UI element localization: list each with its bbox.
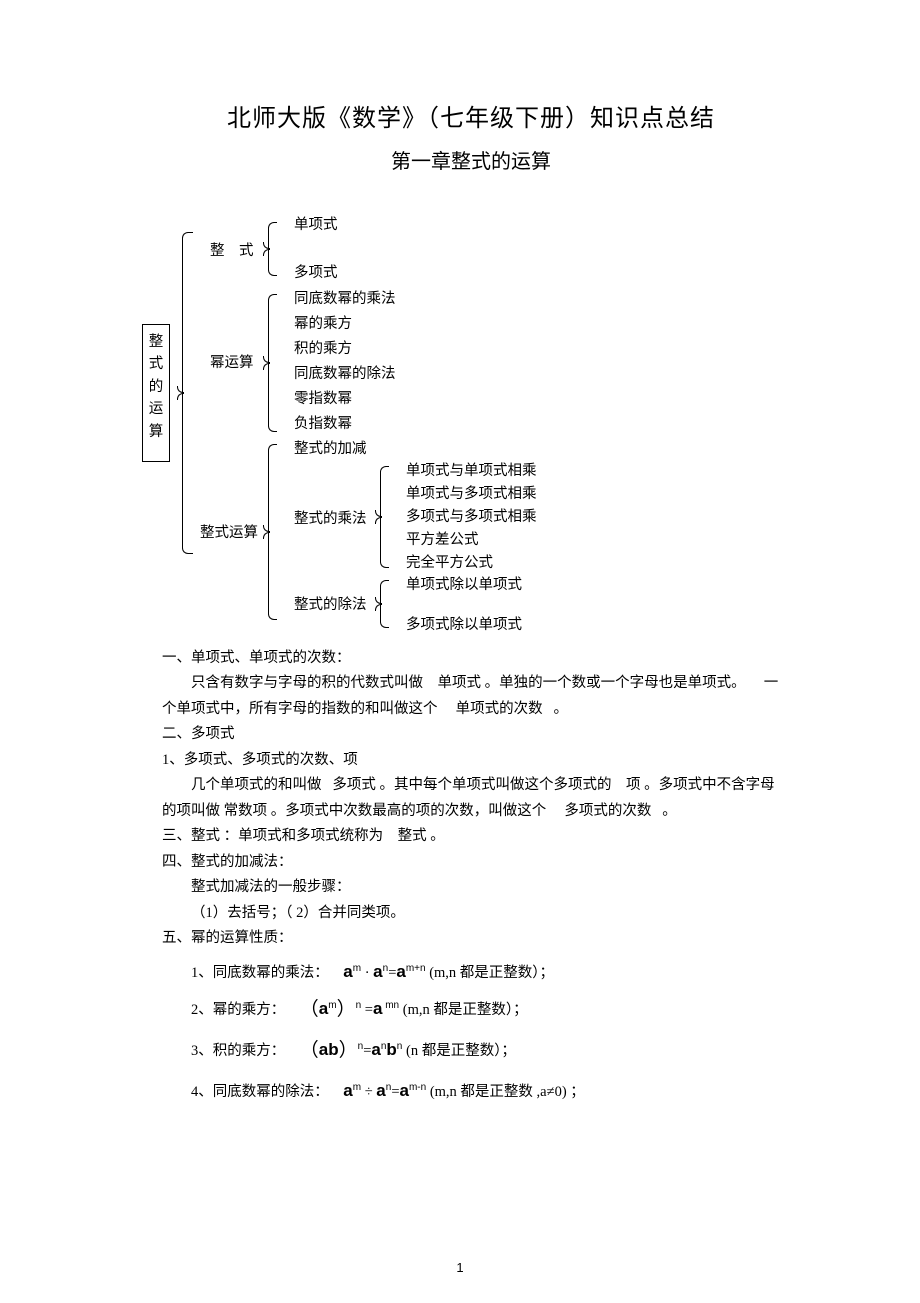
sec4-p2: （1）去括号；（ 2）合并同类项。 xyxy=(162,902,780,924)
branch1-label: 整 式 xyxy=(210,244,254,259)
chapter-title: 第一章整式的运算 xyxy=(162,145,780,174)
sec2-p2c: 。 xyxy=(662,803,677,819)
formula-4: 4、同底数幂的除法： am ÷ an=am-n (m,n 都是正整数 ,a≠0)… xyxy=(162,1079,780,1103)
sec3: 三、整式 ：单项式和多项式统称为 整式 。 xyxy=(162,825,780,847)
f2-pre: 2、幂的乘方： xyxy=(191,1002,285,1018)
formula-1: 1、同底数幂的乘法： am · an=am+n (m,n 都是正整数）； xyxy=(162,960,780,984)
f2-tail: (m,n 都是正整数）； xyxy=(403,1002,528,1018)
b2-item-5: 负指数幂 xyxy=(294,417,352,432)
sec2-p2a: 的项叫做 常数项 。多项式中次数最高的项的次数，叫做这个 xyxy=(162,803,546,819)
sec4-p1: 整式加减法的一般步骤： xyxy=(162,876,780,898)
b1-item-1: 多项式 xyxy=(294,266,338,281)
sec2-p1b: 多项式 。其中每个单项式叫做这个多项式的 xyxy=(332,777,611,793)
doc-title: 北师大版《数学》（七年级下册）知识点总结 xyxy=(162,98,780,133)
sec1-p2c: 。 xyxy=(554,701,569,717)
f3-tail: (n 都是正整数）； xyxy=(406,1043,516,1059)
brace-b3 xyxy=(268,444,277,620)
b2-item-1: 幂的乘方 xyxy=(294,317,352,332)
b3div-1: 多项式除以单项式 xyxy=(406,618,522,633)
b2-item-4: 零指数幂 xyxy=(294,392,352,407)
b3-div-label: 整式的除法 xyxy=(294,598,367,613)
sec2-sub1: 1、多项式、多项式的次数、项 xyxy=(162,749,780,771)
b3div-0: 单项式除以单项式 xyxy=(406,578,522,593)
formula-2: 2、幂的乘方： （am）n =a mn (m,n 都是正整数）； xyxy=(162,997,780,1024)
sec1-p1: 只含有数字与字母的积的代数式叫做 单项式 。单独的一个数或一个字母也是单项式。 … xyxy=(162,672,780,694)
f3-pre: 3、积的乘方： xyxy=(191,1043,285,1059)
sec1-p2: 个单项式中，所有字母的指数的和叫做这个 单项式的次数 。 xyxy=(162,698,780,720)
f4-tail: (m,n 都是正整数 ,a≠0) ； xyxy=(430,1084,585,1100)
branch3-label: 整式运算 xyxy=(200,526,258,541)
sec2-p1: 几个单项式的和叫做 多项式 。其中每个单项式叫做这个多项式的 项 。多项式中不含… xyxy=(162,774,780,796)
concept-diagram: 整式的运算 整 式 单项式 多项式 幂运算 同底数幂的乘法 幂的乘方 积的乘方 … xyxy=(142,204,780,644)
formula-3: 3、积的乘方： （ab）n=anbn (n 都是正整数）； xyxy=(162,1038,780,1065)
b3-mul-label: 整式的乘法 xyxy=(294,512,367,527)
sec4-heading: 四、整式的加减法： xyxy=(162,851,780,873)
b1-item-0: 单项式 xyxy=(294,218,338,233)
branch2-label: 幂运算 xyxy=(210,356,254,371)
sec1-p1b: 单项式 。单独的一个数或一个字母也是单项式。 xyxy=(438,675,746,691)
root-box: 整式的运算 xyxy=(142,324,170,462)
brace-b2 xyxy=(268,294,277,432)
root-label: 整式的运算 xyxy=(149,334,164,440)
sec1-p1c: 一 xyxy=(764,675,779,691)
b2-item-0: 同底数幂的乘法 xyxy=(294,292,396,307)
body-text: 一、单项式、单项式的次数： 只含有数字与字母的积的代数式叫做 单项式 。单独的一… xyxy=(162,647,780,1102)
sec2-p1a: 几个单项式的和叫做 xyxy=(191,777,322,793)
b3mul-3: 平方差公式 xyxy=(406,533,479,548)
brace-b3mul xyxy=(380,466,389,568)
f4-pre: 4、同底数幂的除法： xyxy=(191,1084,329,1100)
page-number: 1 xyxy=(0,1260,920,1275)
sec1-p2b: 单项式的次数 xyxy=(456,701,543,717)
page: 北师大版《数学》（七年级下册）知识点总结 第一章整式的运算 整式的运算 整 式 … xyxy=(0,0,920,1303)
sec1-p1a: 只含有数字与字母的积的代数式叫做 xyxy=(191,675,423,691)
sec2-p1c: 项 。多项式中不含字母 xyxy=(626,777,775,793)
b2-item-2: 积的乘方 xyxy=(294,342,352,357)
f1-tail: (m,n 都是正整数）； xyxy=(429,965,554,981)
sec2-p2b: 多项式的次数 xyxy=(564,803,651,819)
sec1-heading: 一、单项式、单项式的次数： xyxy=(162,647,780,669)
b2-item-3: 同底数幂的除法 xyxy=(294,367,396,382)
b3mul-4: 完全平方公式 xyxy=(406,556,493,571)
brace-b3div xyxy=(380,580,389,628)
b3mul-1: 单项式与多项式相乘 xyxy=(406,487,537,502)
sec2-p2: 的项叫做 常数项 。多项式中次数最高的项的次数，叫做这个 多项式的次数 。 xyxy=(162,800,780,822)
b3mul-2: 多项式与多项式相乘 xyxy=(406,510,537,525)
sec2-heading: 二、多项式 xyxy=(162,723,780,745)
sec5-heading: 五、幂的运算性质： xyxy=(162,927,780,949)
b3-top: 整式的加减 xyxy=(294,442,367,457)
brace-b1 xyxy=(268,222,277,276)
f1-pre: 1、同底数幂的乘法： xyxy=(191,965,329,981)
sec1-p2a: 个单项式中，所有字母的指数的和叫做这个 xyxy=(162,701,438,717)
brace-main xyxy=(182,232,193,554)
b3mul-0: 单项式与单项式相乘 xyxy=(406,464,537,479)
